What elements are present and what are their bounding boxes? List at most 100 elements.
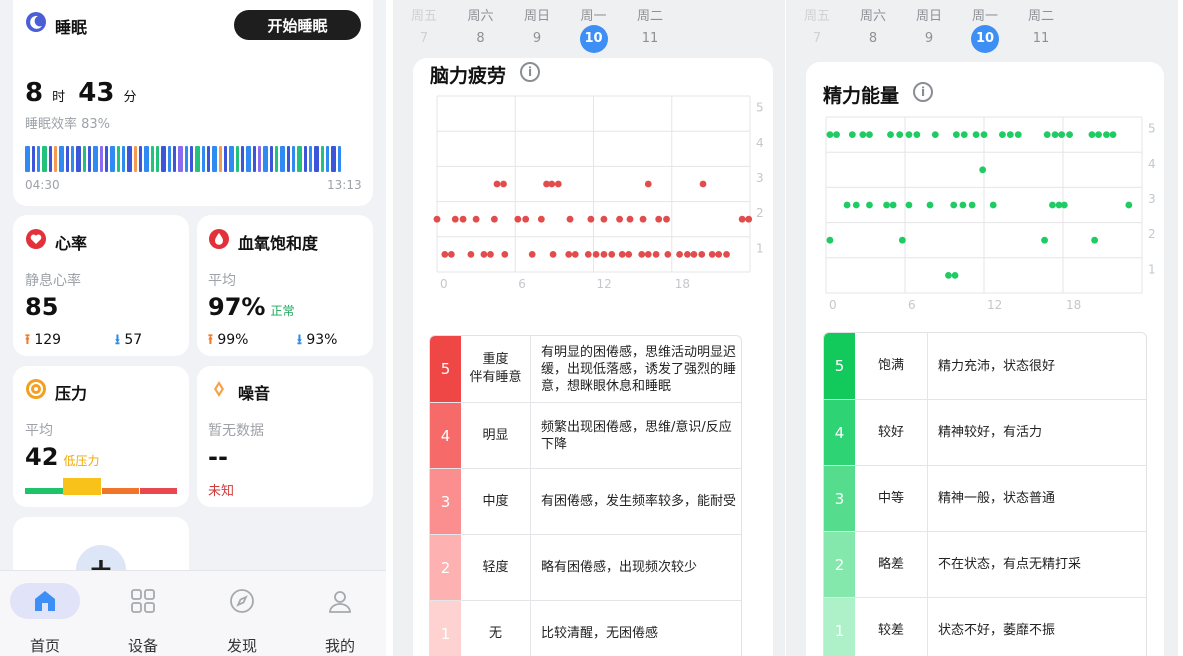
level-name: 中等	[855, 466, 928, 531]
level-number: 2	[430, 535, 461, 600]
data-point	[843, 201, 851, 209]
sleep-stage-segment	[66, 146, 69, 172]
noise-value: --	[208, 443, 228, 471]
sleep-stage-segment	[54, 146, 57, 172]
sleep-stage-segment	[287, 146, 290, 172]
data-point	[626, 215, 634, 223]
data-point	[698, 251, 706, 258]
data-point	[618, 251, 626, 258]
data-point	[690, 251, 698, 258]
data-point	[549, 251, 557, 258]
data-point	[745, 215, 753, 223]
data-point	[980, 131, 988, 139]
sleep-stage-segment	[83, 146, 86, 172]
stress-segment-medium	[102, 488, 139, 494]
noise-label: 暂无数据	[208, 423, 264, 439]
y-tick-label: 2	[1148, 227, 1156, 241]
data-point	[501, 251, 509, 258]
data-point	[625, 251, 633, 258]
level-number: 2	[824, 532, 855, 597]
data-point	[913, 131, 921, 139]
tab-discover[interactable]: 发现	[207, 581, 277, 655]
sleep-stage-segment	[76, 146, 81, 172]
data-point	[1103, 131, 1110, 139]
sleep-stage-segment	[139, 146, 142, 172]
data-point	[859, 131, 867, 139]
scale-row: 5 饱满 精力充沛，状态很好	[824, 333, 1146, 399]
sleep-stage-segment	[195, 146, 200, 172]
spo2-high-value: 99%	[217, 332, 249, 348]
spo2-low-value: 93%	[306, 332, 338, 348]
y-tick-label: 5	[1148, 122, 1156, 136]
level-description: 频繁出现困倦感，思维/意识/反应下降	[541, 419, 732, 452]
sleep-stage-segment	[280, 146, 285, 172]
data-point	[852, 201, 860, 209]
data-point	[644, 180, 652, 188]
data-point	[566, 215, 574, 223]
fatigue-screen: 周五 7 周六 8 周日 9 周一 10 周二 11 脑力疲劳 i 1 2 3 4 5 0 6 12 18 5 重度…	[393, 0, 785, 656]
y-tick-label: 2	[756, 206, 764, 220]
tab-devices[interactable]: 设备	[108, 581, 178, 655]
sleep-stage-segment	[178, 146, 183, 172]
sleep-stage-segment	[236, 146, 239, 172]
data-point	[959, 201, 967, 209]
sleep-stage-segment	[122, 146, 125, 172]
sleep-stage-segment	[168, 146, 171, 172]
data-point	[616, 215, 623, 223]
data-point	[528, 251, 536, 258]
sleep-stage-segment	[110, 146, 115, 172]
sleep-stage-segment	[241, 146, 244, 172]
data-point	[968, 201, 976, 209]
sleep-stage-segment	[297, 146, 302, 172]
energy-scatter-chart: 123450 6 12 18	[825, 116, 1156, 312]
data-point	[723, 251, 730, 258]
data-point	[905, 131, 913, 139]
level-description: 精神较好，有活力	[938, 425, 1043, 440]
arrow-up-icon: ⭱	[208, 332, 213, 348]
tab-home[interactable]: 首页	[10, 581, 80, 655]
sleep-stage-segment	[309, 146, 312, 172]
sleep-stage-segment	[32, 146, 35, 172]
heart-rate-title: 心率	[55, 234, 88, 253]
home-screen: 睡眠 开始睡眠 8 时 43 分 睡眠效率 83% 04:30 13:13 心率…	[0, 0, 386, 656]
sleep-stage-segment	[224, 146, 227, 172]
sleep-stage-segment	[258, 146, 261, 172]
data-point	[638, 251, 646, 258]
start-sleep-button[interactable]: 开始睡眠	[234, 10, 361, 40]
data-point	[1043, 131, 1051, 139]
stress-icon	[25, 378, 47, 400]
x-tick-label: 0	[829, 298, 837, 312]
x-tick-label: 18	[1066, 298, 1081, 312]
data-point	[493, 180, 501, 188]
tab-home-label: 首页	[29, 637, 60, 655]
level-number: 3	[824, 466, 855, 531]
sleep-stage-segment	[253, 146, 256, 172]
tab-devices-label: 设备	[127, 637, 158, 655]
stress-segment-relaxed	[25, 488, 63, 494]
level-name: 较差	[855, 598, 928, 656]
sleep-stage-segment	[71, 146, 74, 172]
sleep-stage-segment	[161, 146, 166, 172]
arrow-up-icon: ⭱	[25, 332, 30, 348]
data-point	[441, 251, 449, 258]
x-tick-label: 12	[597, 277, 612, 291]
sleep-stage-segment	[275, 146, 278, 172]
spo2-label: 平均	[208, 273, 236, 289]
sleep-stage-segment	[229, 146, 234, 172]
stress-value: 42	[25, 443, 59, 471]
sleep-stage-segment	[42, 146, 47, 172]
data-point	[1041, 236, 1048, 244]
data-point	[608, 251, 616, 258]
sleep-stage-segment	[314, 146, 319, 172]
tab-profile[interactable]: 我的	[305, 581, 375, 655]
data-point	[514, 215, 522, 223]
spo2-low: ⭳ 93%	[297, 329, 337, 353]
home-icon	[10, 583, 80, 619]
sleep-stage-segment	[117, 146, 120, 172]
data-point	[644, 251, 652, 258]
sleep-minutes-unit: 分	[123, 90, 137, 105]
heart-low-value: 57	[124, 332, 143, 348]
heart-high: ⭱ 129	[25, 329, 61, 353]
arrow-down-icon: ⭳	[297, 332, 302, 348]
data-point	[1051, 131, 1059, 139]
